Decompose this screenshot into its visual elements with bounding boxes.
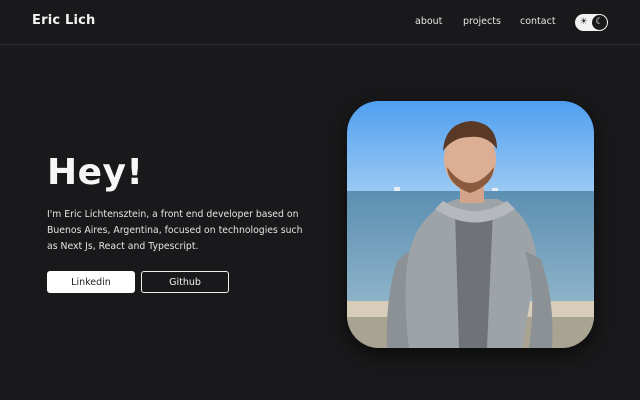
profile-photo <box>347 101 594 348</box>
toggle-knob: ☾ <box>592 15 607 30</box>
nav-link-about[interactable]: about <box>415 16 442 27</box>
hero-description: I'm Eric Lichtensztein, a front end deve… <box>47 209 303 252</box>
nav-link-projects[interactable]: projects <box>463 16 501 27</box>
portfolio-page: Eric Lich about projects contact ☀ ☾ Hey… <box>0 0 640 400</box>
github-button[interactable]: Github <box>141 271 229 293</box>
linkedin-button[interactable]: Linkedin <box>47 271 135 293</box>
sun-icon: ☀ <box>579 17 588 27</box>
hero-title: Hey! <box>47 152 144 193</box>
brand-logo[interactable]: Eric Lich <box>32 13 95 28</box>
theme-toggle[interactable]: ☀ ☾ <box>575 14 608 31</box>
profile-photo-illustration <box>347 101 594 348</box>
navbar: Eric Lich about projects contact ☀ ☾ <box>0 0 640 45</box>
moon-icon: ☾ <box>595 17 604 27</box>
nav-link-contact[interactable]: contact <box>520 16 556 27</box>
